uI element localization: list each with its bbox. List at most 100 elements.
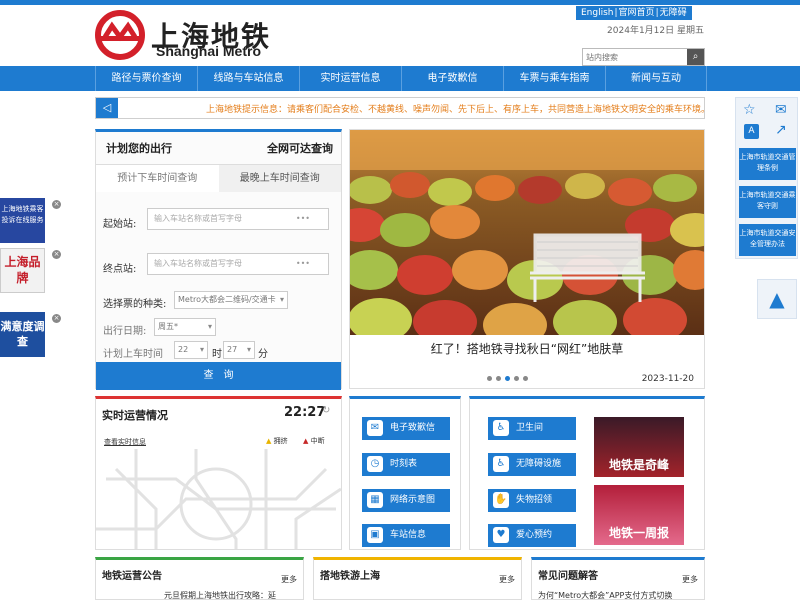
from-label: 起始站: xyxy=(103,219,137,230)
close-icon[interactable]: × xyxy=(52,250,61,259)
carousel-dot[interactable] xyxy=(487,376,492,381)
share-icon[interactable]: ↗ xyxy=(775,122,787,138)
travel-panel: 搭地铁游上海 更多 xyxy=(313,557,522,600)
video-thumbnail-1[interactable]: 地铁是奇峰 xyxy=(594,417,684,477)
main-nav: 路径与票价查询 线路与车站信息 实时运营信息 电子致歉信 车票与乘车指南 新闻与… xyxy=(0,66,800,91)
timetable-button[interactable]: ◷ 时刻表 xyxy=(362,453,450,476)
carousel-dots xyxy=(487,376,528,381)
query-button[interactable]: 查 询 xyxy=(96,362,341,390)
hour-select[interactable]: 22 xyxy=(174,341,208,359)
close-icon[interactable]: × xyxy=(52,200,61,209)
nav-item-lines-stations[interactable]: 线路与车站信息 xyxy=(197,66,299,91)
top-links: English|官网首页|无障碍 xyxy=(576,6,692,20)
announcements-panel: 地铁运营公告 更多 元旦假期上海地铁出行攻略：延 xyxy=(95,557,304,600)
carousel-image[interactable] xyxy=(350,130,704,335)
search-button[interactable]: ⌕ xyxy=(687,49,704,65)
star-icon[interactable]: ☆ xyxy=(743,102,756,118)
nav-item-news[interactable]: 新闻与互动 xyxy=(605,66,707,91)
announcements-title: 地铁运营公告 xyxy=(102,571,162,582)
left-ad-survey[interactable]: 满意度调查 xyxy=(0,312,45,357)
nav-item-route-fare[interactable]: 路径与票价查询 xyxy=(95,66,197,91)
right-link-regulation[interactable]: 上海市轨道交通管理条例 xyxy=(739,148,796,180)
minute-select[interactable]: 27 xyxy=(223,341,255,359)
train-icon: ▣ xyxy=(367,527,383,543)
faq-more-link[interactable]: 更多 xyxy=(682,574,698,585)
notice-text[interactable]: 上海地铁提示信息：请乘客们配合安检、不越黄线、噪声勿闻、先下后上、有序上车，共同… xyxy=(206,102,710,115)
announcements-more-link[interactable]: 更多 xyxy=(281,574,297,585)
logo-title-en: Shanghai Metro xyxy=(156,43,262,59)
news-carousel: 红了！搭地铁寻找秋日“网红”地肤草 2023-11-20 xyxy=(349,129,705,389)
video-thumbnail-2[interactable]: 地铁一周报 xyxy=(594,485,684,545)
right-float-bar: ☆ ✉ A ↗ 上海市轨道交通管理条例 上海市轨道交通乘客守则 上海市轨道交通安… xyxy=(735,97,798,259)
travel-title: 搭地铁游上海 xyxy=(320,571,380,582)
lost-found-button[interactable]: ✋ 失物招领 xyxy=(488,489,576,512)
nav-item-live-operations[interactable]: 实时运营信息 xyxy=(299,66,401,91)
more-icon: ••• xyxy=(295,259,310,268)
planner-title: 计划您的出行 xyxy=(106,142,172,155)
live-info-link[interactable]: 查看实时信息 xyxy=(104,437,146,447)
search-icon: ⌕ xyxy=(692,51,699,62)
video-title-2: 地铁一周报 xyxy=(608,526,669,540)
wheelchair-icon: ♿ xyxy=(493,456,509,472)
date-select[interactable]: 周五* xyxy=(154,318,216,336)
video-title-1: 地铁是奇峰 xyxy=(608,458,669,472)
apology-letter-button[interactable]: ✉ 电子致歉信 xyxy=(362,417,450,440)
search-input[interactable] xyxy=(583,49,688,65)
left-ad-complaint-label: 上海地铁乘客投诉在线服务 xyxy=(1,205,44,224)
tab-last-train[interactable]: 最晚上车时间查询 xyxy=(218,164,341,192)
left-ad-complaint[interactable]: 上海地铁乘客投诉在线服务 xyxy=(0,198,45,243)
faq-title: 常见问题解答 xyxy=(538,571,598,582)
toilet-button[interactable]: ♿ 卫生间 xyxy=(488,417,576,440)
to-label: 终点站: xyxy=(103,264,137,275)
more-icon: ••• xyxy=(295,214,310,223)
carousel-dot[interactable] xyxy=(496,376,501,381)
carousel-dot[interactable] xyxy=(514,376,519,381)
travel-more-link[interactable]: 更多 xyxy=(499,574,515,585)
nav-item-ticket-guide[interactable]: 车票与乘车指南 xyxy=(503,66,605,91)
site-logo[interactable]: 上海地铁 Shanghai Metro xyxy=(95,10,305,60)
minute-unit: 分 xyxy=(258,349,268,360)
legend-crowd: ▲ 拥挤 xyxy=(266,437,288,445)
heart-icon: ♥ xyxy=(493,527,509,543)
speaker-icon: ◁ xyxy=(96,98,118,118)
care-booking-button[interactable]: ♥ 爱心预约 xyxy=(488,524,576,547)
status-time: 22:27 xyxy=(284,405,326,420)
network-query-link[interactable]: 全网可达查询 xyxy=(267,140,333,156)
right-link-passenger-rules[interactable]: 上海市轨道交通乘客守则 xyxy=(739,186,796,218)
clock-icon: ◷ xyxy=(367,456,383,472)
back-to-top-button[interactable]: ▲ xyxy=(757,279,797,319)
network-map[interactable] xyxy=(96,449,341,550)
tab-arrival-time[interactable]: 预计下车时间查询 xyxy=(96,164,219,192)
toilet-icon: ♿ xyxy=(493,420,509,436)
left-ad-brand[interactable]: 上海品牌 xyxy=(0,248,45,293)
carousel-date: 2023-11-20 xyxy=(641,374,694,384)
faq-panel: 常见问题解答 更多 为何“Metro大都会”APP支付方式切换 xyxy=(531,557,705,600)
ticket-label: 选择票的种类: xyxy=(103,299,167,310)
close-icon[interactable]: × xyxy=(52,314,61,323)
from-station-input[interactable]: 输入车站名称或首写字母 ••• xyxy=(147,208,329,230)
font-size-icon[interactable]: A xyxy=(744,124,759,139)
carousel-dot[interactable] xyxy=(523,376,528,381)
metro-logo-icon xyxy=(95,10,145,60)
network-map-button[interactable]: ▦ 网络示意图 xyxy=(362,489,450,512)
ticket-select[interactable]: Metro大都会二维码/交通卡 xyxy=(174,291,288,309)
accessibility-button[interactable]: ♿ 无障碍设施 xyxy=(488,453,576,476)
notice-bar: ◁ 上海地铁提示信息：请乘客们配合安检、不越黄线、噪声勿闻、先下后上、有序上车，… xyxy=(95,97,710,119)
station-info-button[interactable]: ▣ 车站信息 xyxy=(362,524,450,547)
nav-item-apology-letter[interactable]: 电子致歉信 xyxy=(401,66,503,91)
to-station-input[interactable]: 输入车站名称或首写字母 ••• xyxy=(147,253,329,275)
english-link[interactable]: English xyxy=(580,8,615,18)
arrow-up-icon: ▲ xyxy=(769,287,785,311)
accessibility-link[interactable]: 无障碍 xyxy=(659,8,688,18)
top-accent-bar xyxy=(0,0,800,5)
carousel-caption[interactable]: 红了！搭地铁寻找秋日“网红”地肤草 xyxy=(350,340,704,357)
faq-item[interactable]: 为何“Metro大都会”APP支付方式切换 xyxy=(538,590,672,600)
right-link-safety[interactable]: 上海市轨道交通安全管理办法 xyxy=(739,224,796,256)
refresh-icon[interactable]: ↻ xyxy=(322,405,330,416)
hour-unit: 时 xyxy=(212,349,222,360)
warning-icon: ▲ xyxy=(266,437,272,445)
announcement-item[interactable]: 元旦假期上海地铁出行攻略：延 xyxy=(164,590,276,600)
home-link[interactable]: 官网首页 xyxy=(618,8,656,18)
inbox-icon[interactable]: ✉ xyxy=(775,102,787,118)
carousel-dot-active[interactable] xyxy=(505,376,510,381)
